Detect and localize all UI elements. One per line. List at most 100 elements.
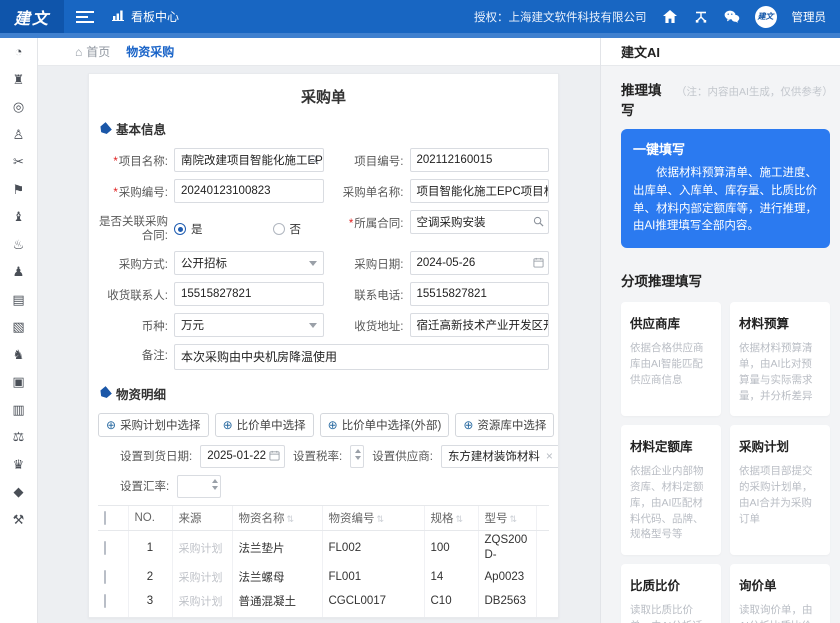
ai-card-inquiry-sheet[interactable]: 询价单 读取询价单，由AI分析比质比价的合理性，并建议适合的采购单价: [730, 564, 830, 623]
ai-panel: 建文AI 推理填写 （注：内容由AI生成，仅供参考） 一键填写 依据材料预算清单…: [600, 38, 840, 623]
phone-label: 联系电话:: [324, 284, 410, 303]
radio-dot-icon: [273, 223, 285, 235]
tag-icon: [98, 121, 112, 135]
purchase-no-input[interactable]: 20240123100823: [174, 179, 324, 203]
stepper-icon[interactable]: [355, 449, 361, 460]
scale-icon[interactable]: ⚖: [13, 430, 25, 443]
crane-icon[interactable]: ♛: [13, 458, 25, 471]
tools-icon[interactable]: ✂: [13, 155, 24, 168]
address-input[interactable]: 宿迁高新技术产业开发区开发大道北侧: [410, 313, 550, 337]
report-icon[interactable]: ▧: [12, 320, 24, 333]
org-structure-icon[interactable]: [693, 10, 709, 24]
calendar-icon[interactable]: [269, 450, 280, 461]
select-from-resource-button[interactable]: ⊕资源库中选择: [455, 413, 554, 437]
one-click-fill-button[interactable]: 一键填写 依据材料预算清单、施工进度、出库单、入库单、库存量、比质比价单、材料内…: [621, 129, 830, 248]
podium-icon[interactable]: ♜: [13, 73, 25, 86]
list-icon[interactable]: ▤: [12, 293, 24, 306]
license-text: 授权：上海建文软件科技有限公司: [474, 9, 647, 25]
machinery-icon[interactable]: ♨: [13, 238, 25, 251]
stepper-icon[interactable]: [212, 479, 218, 490]
table-row: 1 采购计划 法兰垫片 FL002 100 ZQS200D-: [98, 531, 549, 565]
chevron-down-icon[interactable]: [309, 323, 317, 328]
ai-card-quality-price-compare[interactable]: 比质比价 读取比质比价单，由AI分析适合的采购单价: [621, 564, 721, 623]
breadcrumb-current[interactable]: 物资采购: [126, 43, 174, 60]
sort-icon[interactable]: ⇅: [510, 514, 518, 524]
method-select[interactable]: 公开招标: [174, 251, 324, 275]
tax-rate-label: 设置税率:: [293, 448, 342, 464]
search-icon[interactable]: [533, 216, 544, 227]
radio-yes[interactable]: 是: [174, 221, 203, 237]
section-material-detail: 物资明细: [100, 384, 549, 403]
plus-circle-icon: ⊕: [463, 419, 473, 431]
section-basic-info: 基本信息: [100, 119, 549, 138]
col-no: NO.: [128, 506, 172, 531]
materials-icon[interactable]: ♝: [13, 210, 25, 223]
project-name-input[interactable]: 南院改建项目智能化施工EPC项目: [174, 148, 324, 172]
breadcrumb: ⌂ 首页 物资采购: [38, 38, 600, 66]
contact-input[interactable]: 15515827821: [174, 282, 324, 306]
purchase-name-input[interactable]: 项目智能化施工EPC项目材料采购: [410, 179, 550, 203]
purchase-date-input[interactable]: 2024-05-26: [410, 251, 550, 275]
tab-dashboard-label: 看板中心: [131, 8, 179, 25]
row-checkbox[interactable]: [104, 594, 106, 608]
person-icon[interactable]: ♙: [13, 128, 25, 141]
project-no-input[interactable]: 202112160015: [410, 148, 550, 172]
breadcrumb-home[interactable]: ⌂ 首页: [75, 43, 110, 60]
calendar-icon[interactable]: [533, 257, 544, 268]
ai-card-supplier-library[interactable]: 供应商库 依据合格供应商库由AI智能匹配供应商信息: [621, 302, 721, 416]
notebook-icon[interactable]: ▥: [12, 403, 24, 416]
purchase-name-label: 采购单名称:: [324, 181, 410, 200]
date-label: 采购日期:: [324, 253, 410, 272]
sort-icon[interactable]: ⇅: [377, 514, 385, 524]
ai-card-material-quota-library[interactable]: 材料定额库 依据企业内部物资库、材料定额库，由AI匹配材料代码、品牌、规格型号等: [621, 425, 721, 555]
row-checkbox[interactable]: [104, 570, 106, 584]
menu-toggle-icon[interactable]: [76, 8, 94, 26]
col-source: 来源: [172, 506, 232, 531]
wechat-icon[interactable]: [724, 10, 740, 24]
chevron-down-icon[interactable]: [309, 261, 317, 266]
exchange-rate-label: 设置汇率:: [120, 478, 169, 494]
col-model: 型号⇅: [478, 506, 536, 531]
plus-circle-icon: ⊕: [106, 419, 116, 431]
select-from-bid-external-button[interactable]: ⊕比价单中选择(外部): [320, 413, 450, 437]
sort-icon[interactable]: ⇅: [287, 514, 295, 524]
purchase-order-card: 采购单 基本信息 *项目名称: 南院改建项目智能化施工EPC项目: [88, 73, 559, 618]
contract-input[interactable]: 空调采购安装: [410, 210, 550, 234]
pie-chart-icon[interactable]: ◔: [15, 45, 23, 58]
supplier-label: 设置供应商:: [372, 448, 433, 464]
ai-panel-title: 建文AI: [601, 38, 840, 66]
plus-circle-icon: ⊕: [328, 419, 338, 431]
select-all-checkbox[interactable]: [104, 511, 106, 525]
helmet-icon[interactable]: ◆: [14, 485, 24, 498]
inference-fill-title: 推理填写: [621, 79, 674, 119]
tab-dashboard-center[interactable]: 看板中心: [112, 8, 179, 25]
home-icon[interactable]: [662, 10, 678, 24]
select-from-plan-button[interactable]: ⊕采购计划中选择: [98, 413, 209, 437]
select-from-bid-button[interactable]: ⊕比价单中选择: [215, 413, 314, 437]
search-icon[interactable]: [308, 154, 319, 165]
row-checkbox[interactable]: [104, 541, 106, 555]
phone-input[interactable]: 15515827821: [410, 282, 550, 306]
remark-input[interactable]: 本次采购由中央机房降温使用: [174, 344, 549, 370]
worker-icon[interactable]: ♟: [13, 265, 25, 278]
sort-icon[interactable]: ⇅: [456, 514, 464, 524]
remark-label: 备注:: [98, 344, 174, 363]
flag-icon[interactable]: ⚑: [13, 183, 25, 196]
stamp-icon[interactable]: ♞: [13, 348, 25, 361]
gavel-icon[interactable]: ⚒: [13, 513, 25, 526]
contact-label: 收货联系人:: [98, 284, 174, 303]
page-title: 采购单: [98, 86, 549, 107]
username-label[interactable]: 管理员: [792, 9, 827, 25]
clear-icon[interactable]: ×: [546, 449, 553, 463]
monitor-icon[interactable]: ▣: [12, 375, 24, 388]
sub-inference-title: 分项推理填写: [621, 270, 830, 290]
ai-card-purchase-plan[interactable]: 采购计划 依据项目部提交的采购计划单，由AI合并为采购订单: [730, 425, 830, 555]
target-icon[interactable]: ◎: [13, 100, 24, 113]
user-avatar[interactable]: 建文: [755, 6, 777, 28]
supplier-input[interactable]: 东方建材装饰材料: [441, 445, 559, 468]
tag-icon: [98, 386, 112, 400]
radio-no[interactable]: 否: [273, 221, 302, 237]
currency-select[interactable]: 万元: [174, 313, 324, 337]
ai-card-material-budget[interactable]: 材料预算 依据材料预算清单，由AI比对预算量与实际需求量，并分析差异: [730, 302, 830, 416]
radio-dot-icon: [174, 223, 186, 235]
